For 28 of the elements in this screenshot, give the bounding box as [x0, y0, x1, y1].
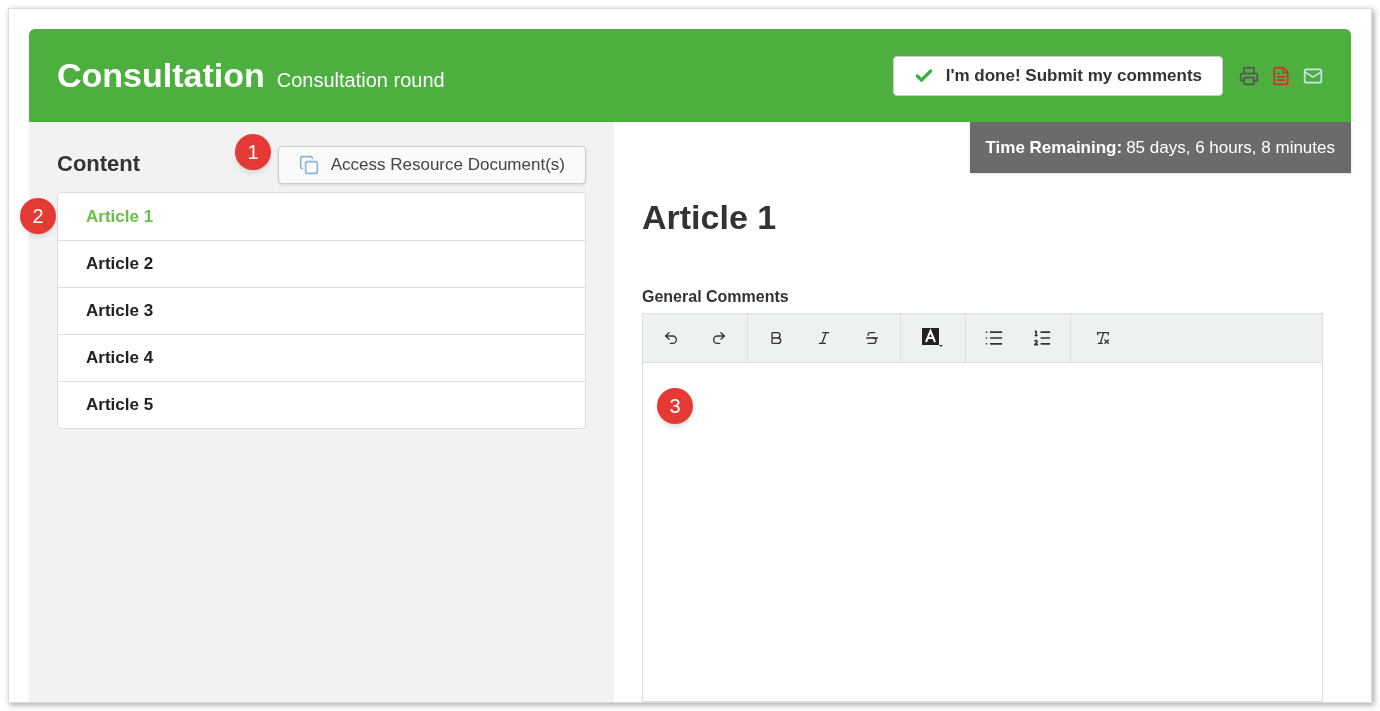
article-item[interactable]: Article 5 — [58, 381, 585, 428]
page-subtitle: Consultation round — [276, 67, 445, 93]
page-title: Consultation — [57, 55, 265, 96]
italic-icon — [816, 330, 832, 346]
strikethrough-icon — [864, 330, 880, 346]
printer-icon[interactable] — [1239, 65, 1259, 86]
clear-format-icon — [1095, 330, 1111, 346]
article-title: Article 1 — [642, 197, 778, 238]
resource-button[interactable]: Access Resource Document(s) — [277, 146, 586, 184]
pdf-icon[interactable] — [1271, 65, 1291, 86]
callout-marker: 3 — [657, 388, 693, 424]
callout-marker: 2 — [20, 198, 56, 234]
redo-icon — [711, 330, 727, 346]
field-label: General Comments — [642, 287, 790, 307]
article-item[interactable]: Article 2 — [58, 240, 585, 287]
sidebar-heading: Content — [57, 150, 141, 178]
undo-icon — [663, 330, 679, 346]
bold-icon — [768, 330, 784, 346]
bullet-list-icon — [984, 328, 1004, 348]
article-item[interactable]: Article 3 — [58, 287, 585, 334]
timer-banner: Time Remaining: 85 days, 6 hours, 8 minutes — [969, 122, 1351, 173]
comment-editor[interactable]: 3 — [642, 363, 1323, 702]
text-color-icon — [922, 328, 944, 348]
numbered-list-icon — [1032, 328, 1052, 348]
article-item[interactable]: Article 4 — [58, 334, 585, 381]
documents-icon — [298, 155, 319, 175]
submit-button[interactable]: I'm done! Submit my comments — [892, 55, 1223, 96]
callout-marker: 1 — [235, 134, 271, 170]
